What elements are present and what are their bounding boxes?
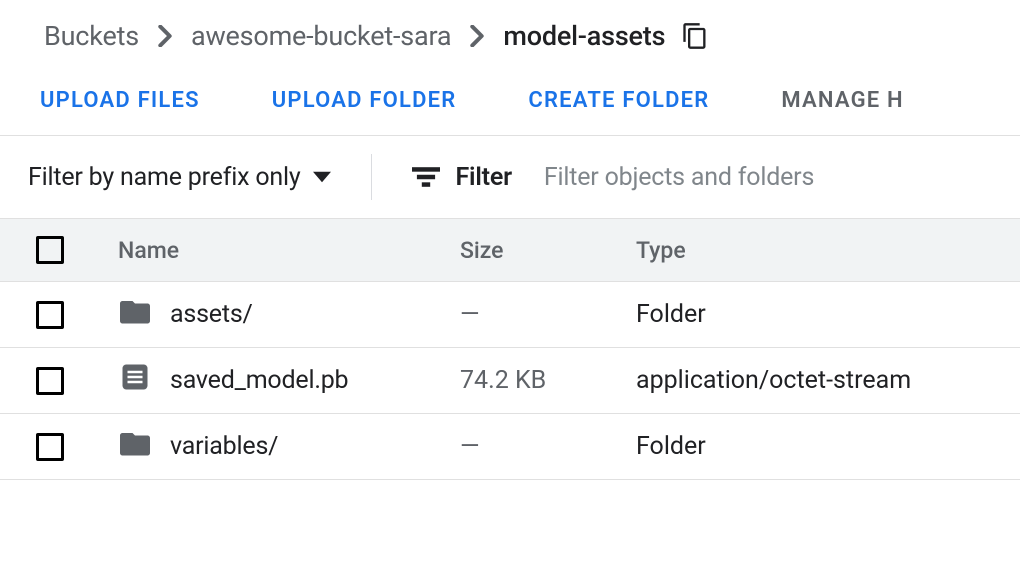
row-checkbox[interactable] <box>36 367 64 395</box>
prefix-filter-label: Filter by name prefix only <box>28 163 301 192</box>
filter-icon <box>412 166 440 188</box>
prefix-filter-dropdown[interactable]: Filter by name prefix only <box>28 163 331 192</box>
breadcrumb-root[interactable]: Buckets <box>44 20 139 52</box>
object-size: 74.2 KB <box>460 366 636 395</box>
chevron-right-icon <box>147 25 183 47</box>
breadcrumb-current: model-assets <box>503 20 665 52</box>
table-row[interactable]: assets/ — Folder <box>0 282 1020 348</box>
row-checkbox[interactable] <box>36 301 64 329</box>
folder-icon <box>120 430 150 463</box>
object-type: application/octet-stream <box>636 366 1020 395</box>
filter-label: Filter <box>456 163 512 192</box>
table-row[interactable]: variables/ — Folder <box>0 414 1020 480</box>
upload-files-button[interactable]: UPLOAD FILES <box>40 88 200 113</box>
breadcrumb-bucket[interactable]: awesome-bucket-sara <box>191 20 451 52</box>
dropdown-icon <box>313 171 331 183</box>
object-type: Folder <box>636 300 1020 329</box>
chevron-right-icon <box>459 25 495 47</box>
object-size: — <box>460 432 636 461</box>
select-all-checkbox[interactable] <box>36 236 64 264</box>
column-header-name[interactable]: Name <box>100 237 460 264</box>
object-size: — <box>460 300 636 329</box>
row-checkbox[interactable] <box>36 433 64 461</box>
table-header: Name Size Type <box>0 218 1020 282</box>
copy-path-icon[interactable] <box>681 22 709 50</box>
upload-folder-button[interactable]: UPLOAD FOLDER <box>272 88 457 113</box>
object-table: Name Size Type assets/ — Folder saved_mo… <box>0 218 1020 480</box>
vertical-divider <box>371 154 372 200</box>
file-icon <box>120 362 150 399</box>
action-toolbar: UPLOAD FILES UPLOAD FOLDER CREATE FOLDER… <box>0 76 1020 135</box>
folder-icon <box>120 298 150 331</box>
create-folder-button[interactable]: CREATE FOLDER <box>528 88 709 113</box>
table-row[interactable]: saved_model.pb 74.2 KB application/octet… <box>0 348 1020 414</box>
column-header-size[interactable]: Size <box>460 237 636 264</box>
filter-toggle[interactable]: Filter <box>412 163 512 192</box>
column-header-type[interactable]: Type <box>636 237 1020 264</box>
breadcrumb: Buckets awesome-bucket-sara model-assets <box>0 0 1020 76</box>
filter-input[interactable] <box>544 163 884 192</box>
object-name[interactable]: variables/ <box>170 432 278 461</box>
object-name[interactable]: saved_model.pb <box>170 366 348 395</box>
object-name[interactable]: assets/ <box>170 300 253 329</box>
filter-row: Filter by name prefix only Filter <box>0 136 1020 218</box>
object-type: Folder <box>636 432 1020 461</box>
manage-holds-button[interactable]: MANAGE H <box>781 88 903 113</box>
